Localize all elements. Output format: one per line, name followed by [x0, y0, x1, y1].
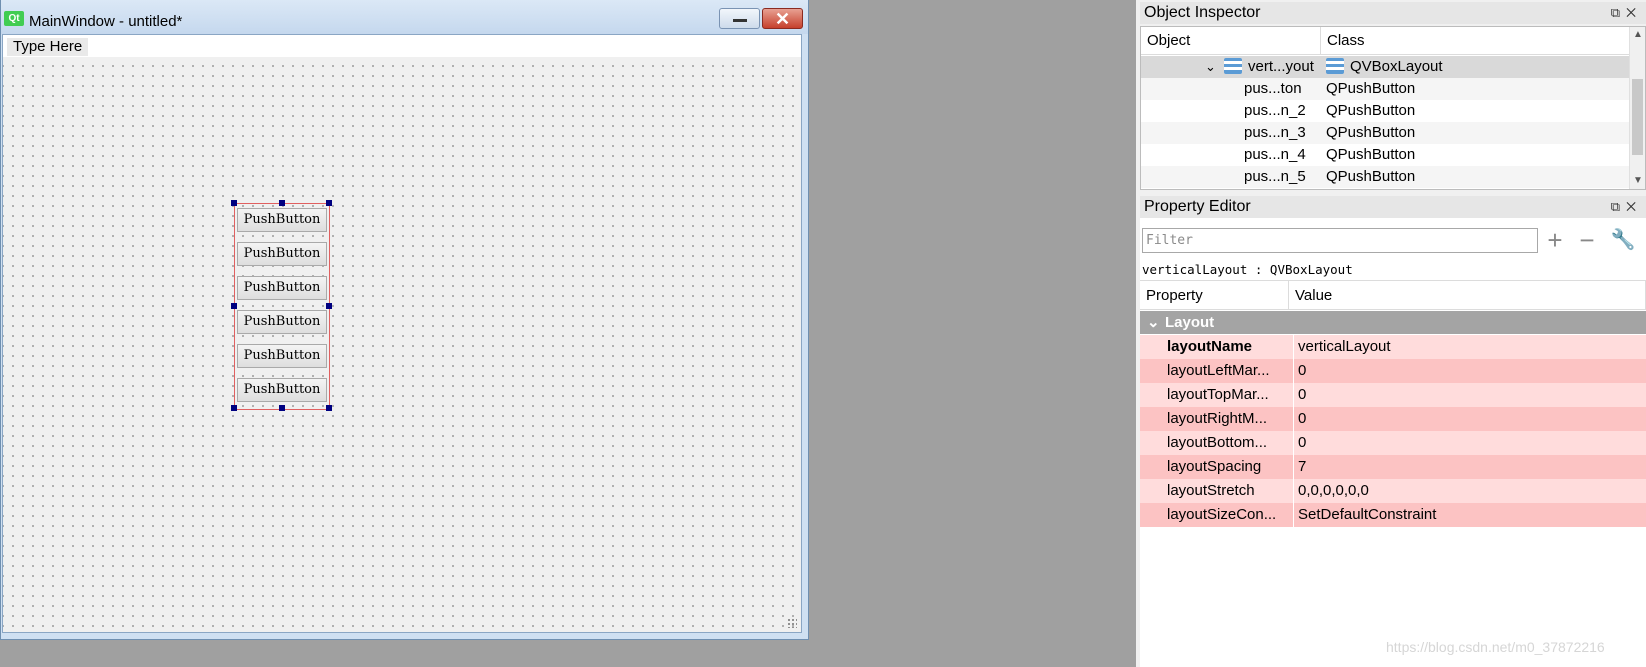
tree-object: pus...n_5 [1244, 168, 1306, 185]
property-row[interactable]: layoutSizeCon... SetDefaultConstraint [1140, 503, 1646, 527]
push-button-1[interactable]: PushButton [237, 208, 327, 232]
property-value[interactable]: 0 [1293, 383, 1306, 407]
resize-handle-b[interactable] [279, 405, 285, 411]
object-inspector-header: Object Inspector ⧉✕ [1140, 2, 1646, 24]
resize-handle-r[interactable] [326, 303, 332, 309]
menu-bar[interactable]: Type Here [3, 35, 801, 57]
property-editor-title: Property Editor [1144, 198, 1251, 215]
chevron-down-icon[interactable]: ⌄ [1205, 56, 1216, 78]
property-row[interactable]: layoutName verticalLayout [1140, 335, 1646, 359]
push-button-6[interactable]: PushButton [237, 378, 327, 402]
vertical-layout[interactable]: PushButton PushButton PushButton PushBut… [231, 200, 332, 411]
tree-object: pus...n_2 [1244, 102, 1306, 119]
tree-object: pus...n_3 [1244, 124, 1306, 141]
tree-row[interactable]: pus...ton QPushButton [1141, 78, 1631, 100]
close-icon[interactable]: ✕ [1626, 5, 1642, 20]
tree-class: QVBoxLayout [1326, 56, 1443, 78]
property-value[interactable]: SetDefaultConstraint [1293, 503, 1436, 527]
resize-handle-l[interactable] [231, 303, 237, 309]
scroll-up-icon[interactable]: ▲ [1633, 29, 1643, 40]
property-name: layoutStretch [1167, 482, 1255, 499]
property-row[interactable]: layoutTopMar... 0 [1140, 383, 1646, 407]
close-icon[interactable]: ✕ [1626, 199, 1642, 214]
wrench-icon[interactable]: 🔧 [1610, 228, 1636, 254]
tree-class: QPushButton [1326, 102, 1416, 119]
property-name: layoutName [1167, 338, 1253, 355]
object-inspector-title: Object Inspector [1144, 4, 1261, 21]
property-name: layoutBottom... [1167, 434, 1268, 451]
qt-logo-icon: Qt [4, 11, 24, 26]
property-name: layoutLeftMar... [1167, 362, 1270, 379]
property-row[interactable]: layoutRightM... 0 [1140, 407, 1646, 431]
property-row[interactable]: layoutStretch 0,0,0,0,0,0 [1140, 479, 1646, 503]
column-header-class[interactable]: Class [1321, 27, 1631, 55]
form-window[interactable]: Qt MainWindow - untitled* ✕ Type Here Pu… [0, 0, 809, 640]
window-title: MainWindow - untitled* [29, 13, 183, 30]
form-titlebar[interactable]: Qt MainWindow - untitled* ✕ [1, 0, 808, 34]
tree-row[interactable]: pus...n_3 QPushButton [1141, 122, 1631, 144]
property-editor-header: Property Editor ⧉✕ [1140, 196, 1646, 218]
scroll-down-icon[interactable]: ▼ [1633, 175, 1643, 186]
property-value[interactable]: 0,0,0,0,0,0 [1293, 479, 1369, 503]
remove-property-icon[interactable]: − [1574, 227, 1600, 254]
form-canvas[interactable]: Type Here PushButton PushButton PushButt… [2, 34, 802, 633]
tree-class: QPushButton [1326, 168, 1416, 185]
column-header-value[interactable]: Value [1289, 280, 1646, 310]
column-header-property[interactable]: Property [1140, 280, 1289, 310]
close-button[interactable]: ✕ [762, 8, 803, 29]
tree-class: QPushButton [1326, 146, 1416, 163]
float-icon[interactable]: ⧉ [1611, 199, 1626, 214]
tree-row[interactable]: pus...n_5 QPushButton [1141, 166, 1631, 188]
chevron-down-icon[interactable]: ⌄ [1147, 311, 1160, 334]
minimize-icon [733, 19, 747, 22]
watermark: https://blog.csdn.net/m0_37872216 [1386, 639, 1605, 655]
group-label: Layout [1165, 314, 1215, 331]
property-row[interactable]: layoutLeftMar... 0 [1140, 359, 1646, 383]
property-group-layout[interactable]: ⌄ Layout [1140, 311, 1646, 334]
property-value[interactable]: 0 [1293, 407, 1306, 431]
resize-handle-bl[interactable] [231, 405, 237, 411]
object-inspector-tree[interactable]: Object Class ⌄ vert...yout QVBoxLayout p… [1140, 26, 1646, 190]
property-name: layoutRightM... [1167, 410, 1268, 427]
minimize-button[interactable] [719, 8, 760, 29]
property-editor: + − 🔧 verticalLayout : QVBoxLayout Prope… [1140, 218, 1646, 667]
property-value[interactable]: 7 [1293, 455, 1306, 479]
tree-row[interactable]: pus...n_2 QPushButton [1141, 100, 1631, 122]
resize-handle-tl[interactable] [231, 200, 237, 206]
resize-handle-br[interactable] [326, 405, 332, 411]
vertical-scrollbar[interactable]: ▲ ▼ [1629, 27, 1645, 189]
property-value[interactable]: 0 [1293, 431, 1306, 455]
resize-handle-tr[interactable] [326, 200, 332, 206]
tree-class: QPushButton [1326, 80, 1416, 97]
property-row[interactable]: layoutSpacing 7 [1140, 455, 1646, 479]
layout-icon [1326, 58, 1344, 74]
push-button-2[interactable]: PushButton [237, 242, 327, 266]
tree-object: vert...yout [1224, 56, 1314, 78]
add-property-icon[interactable]: + [1542, 227, 1568, 254]
filter-input[interactable] [1142, 228, 1538, 253]
property-value[interactable]: verticalLayout [1293, 335, 1391, 359]
float-icon[interactable]: ⧉ [1611, 5, 1626, 20]
property-name: layoutSizeCon... [1167, 506, 1277, 523]
property-name: layoutTopMar... [1167, 386, 1269, 403]
selected-object-label: verticalLayout : QVBoxLayout [1142, 262, 1353, 277]
property-row[interactable]: layoutBottom... 0 [1140, 431, 1646, 455]
tree-object: pus...n_4 [1244, 146, 1306, 163]
push-button-4[interactable]: PushButton [237, 310, 327, 334]
resize-handle-t[interactable] [279, 200, 285, 206]
property-name: layoutSpacing [1167, 458, 1262, 475]
tree-row[interactable]: ⌄ vert...yout QVBoxLayout [1141, 56, 1631, 78]
push-button-3[interactable]: PushButton [237, 276, 327, 300]
tree-class: QPushButton [1326, 124, 1416, 141]
layout-icon [1224, 58, 1242, 74]
scrollbar-thumb[interactable] [1632, 79, 1643, 155]
close-icon: ✕ [774, 9, 791, 29]
tree-row[interactable]: pus...n_4 QPushButton [1141, 144, 1631, 166]
push-button-5[interactable]: PushButton [237, 344, 327, 368]
size-grip-icon[interactable] [787, 618, 797, 628]
menu-type-here[interactable]: Type Here [7, 38, 89, 56]
tree-object: pus...ton [1244, 80, 1302, 97]
property-value[interactable]: 0 [1293, 359, 1306, 383]
column-header-object[interactable]: Object [1141, 27, 1321, 55]
